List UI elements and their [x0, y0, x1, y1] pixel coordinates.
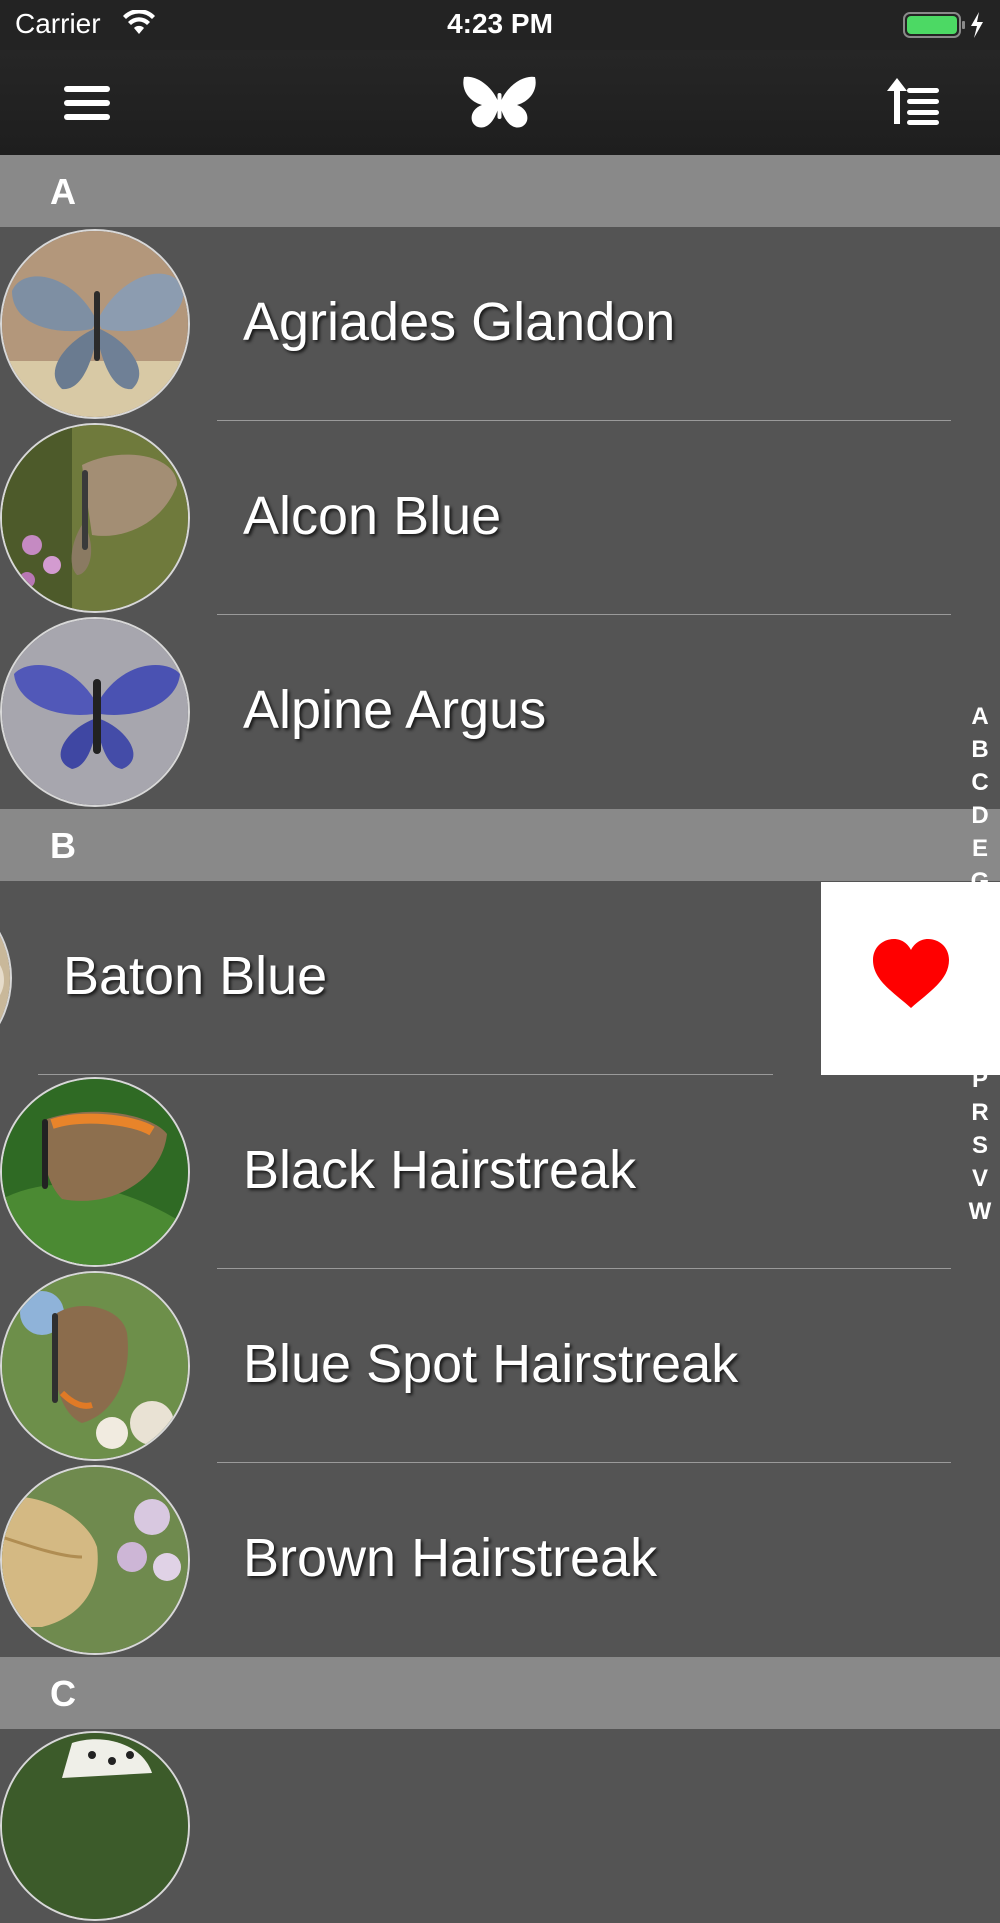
menu-button[interactable]: [62, 83, 112, 123]
butterfly-name: Brown Hairstreak: [243, 1528, 658, 1588]
heart-icon: [873, 939, 949, 1008]
hamburger-menu-icon: [64, 86, 110, 120]
index-letter[interactable]: C: [971, 766, 988, 799]
index-letter[interactable]: R: [971, 1096, 988, 1129]
butterfly-photo: [2, 619, 188, 805]
butterfly-icon: [463, 76, 536, 128]
list-item[interactable]: Brown Hairstreak: [0, 1463, 1000, 1657]
section-letter: A: [50, 171, 76, 212]
list-item[interactable]: Agriades Glandon: [0, 227, 1000, 421]
butterfly-name: Blue Spot Hairstreak: [243, 1334, 739, 1394]
index-letter[interactable]: D: [971, 799, 988, 832]
app-logo: [462, 75, 537, 130]
list-item[interactable]: Alcon Blue: [0, 421, 1000, 615]
butterfly-name: Black Hairstreak: [243, 1140, 637, 1200]
section-index[interactable]: A B C D E G P R S V W: [960, 700, 1000, 1228]
butterfly-thumbnail: [0, 1731, 190, 1921]
butterfly-photo: [2, 1079, 188, 1265]
butterfly-photo: [2, 425, 188, 611]
sort-button[interactable]: [885, 76, 940, 126]
butterfly-name: Alpine Argus: [243, 680, 547, 740]
index-letter[interactable]: B: [971, 733, 988, 766]
butterfly-thumbnail: [0, 1077, 190, 1267]
index-letter[interactable]: S: [972, 1129, 988, 1162]
index-letter[interactable]: G: [971, 865, 990, 898]
list-item[interactable]: Alpine Argus: [0, 615, 1000, 809]
butterfly-thumbnail: [0, 883, 12, 1073]
list-item[interactable]: Black Hairstreak: [0, 1075, 1000, 1269]
section-letter: B: [50, 825, 76, 866]
section-header-a: A: [0, 155, 1000, 227]
list-item[interactable]: Blue Spot Hairstreak: [0, 1269, 1000, 1463]
index-letter[interactable]: A: [971, 700, 988, 733]
butterfly-photo: [2, 1273, 188, 1459]
status-time: 4:23 PM: [447, 8, 553, 39]
butterfly-photo: [2, 1467, 188, 1653]
section-letter: C: [50, 1673, 76, 1714]
butterfly-photo: [2, 1733, 188, 1919]
sort-ascending-icon: [887, 78, 939, 125]
index-letter[interactable]: P: [972, 1063, 988, 1096]
index-letter[interactable]: E: [972, 832, 988, 865]
butterfly-name: Alcon Blue: [243, 486, 502, 546]
butterfly-thumbnail: [0, 1465, 190, 1655]
section-header-c: C: [0, 1657, 1000, 1729]
butterfly-photo: [0, 885, 10, 1071]
index-letter[interactable]: V: [972, 1162, 988, 1195]
butterfly-thumbnail: [0, 1271, 190, 1461]
butterfly-thumbnail: [0, 423, 190, 613]
butterfly-thumbnail: [0, 617, 190, 807]
list-item[interactable]: [0, 1729, 1000, 1923]
list-item-swiped[interactable]: Baton Blue: [0, 881, 821, 1075]
butterfly-name: Baton Blue: [63, 946, 328, 1006]
butterfly-thumbnail: [0, 229, 190, 419]
status-bar: Carrier 4:23 PM: [0, 0, 1000, 50]
index-letter[interactable]: W: [969, 1195, 992, 1228]
butterfly-photo: [2, 231, 188, 417]
butterfly-name: Agriades Glandon: [243, 292, 676, 352]
section-header-b: B: [0, 809, 1000, 881]
navigation-bar: [0, 50, 1000, 155]
battery-icon: [903, 12, 983, 38]
